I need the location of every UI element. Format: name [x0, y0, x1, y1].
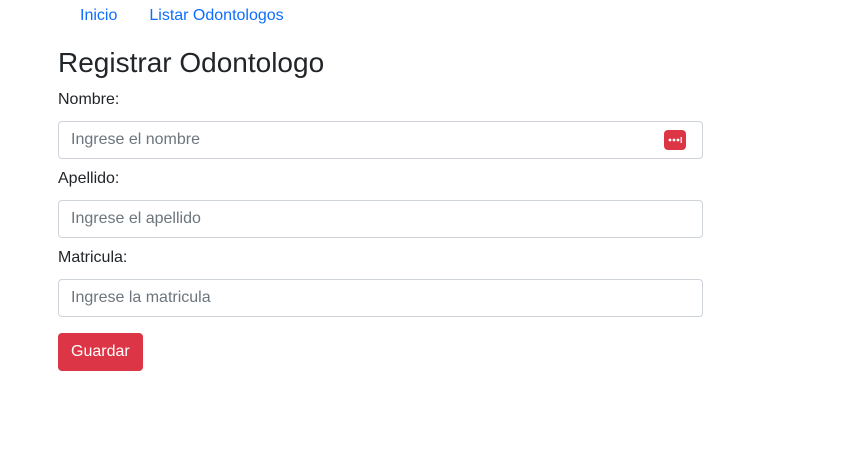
nombre-field — [58, 121, 703, 159]
nombre-input[interactable] — [59, 122, 643, 158]
apellido-label: Apellido: — [58, 170, 120, 187]
password-manager-icon[interactable] — [664, 130, 686, 150]
register-form: Nombre: Apellido: Matricula: — [58, 90, 703, 371]
apellido-group: Apellido: — [58, 169, 703, 238]
matricula-label: Matricula: — [58, 249, 128, 266]
page-title: Registrar Odontologo — [58, 47, 325, 78]
nav-link-inicio[interactable]: Inicio — [64, 0, 133, 32]
nombre-label: Nombre: — [58, 91, 120, 108]
main-content: Registrar Odontologo Nombre: Apellido: — [58, 44, 703, 371]
matricula-field — [58, 279, 703, 317]
guardar-button[interactable]: Guardar — [58, 333, 143, 371]
nav-link-listar-odontologos[interactable]: Listar Odontologos — [133, 0, 299, 32]
matricula-input[interactable] — [59, 280, 643, 316]
matricula-group: Matricula: — [58, 248, 703, 317]
top-nav: Inicio Listar Odontologos — [0, 0, 300, 32]
nombre-group: Nombre: — [58, 90, 703, 159]
apellido-input[interactable] — [59, 201, 643, 237]
apellido-field — [58, 200, 703, 238]
